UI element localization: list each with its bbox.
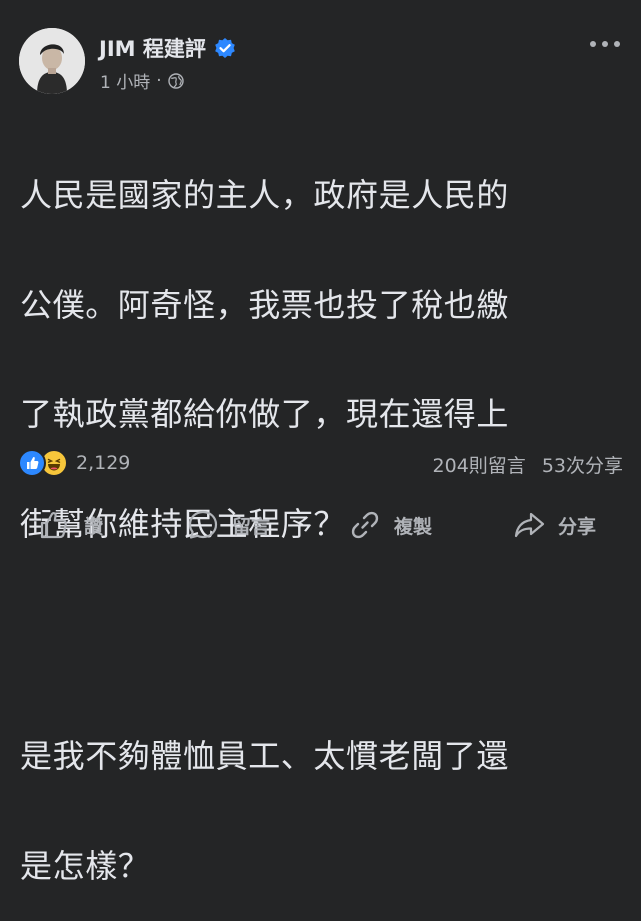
more-dot xyxy=(590,41,596,47)
avatar[interactable] xyxy=(19,28,85,94)
meta-separator: · xyxy=(156,70,162,91)
like-reaction-icon xyxy=(18,449,46,477)
more-dot xyxy=(614,41,620,47)
share-count[interactable]: 53次分享 xyxy=(542,451,623,478)
post-text-line: 了執政黨都給你做了，現在還得上 xyxy=(20,395,510,433)
action-bar: 讚 留言 複製 分享 xyxy=(0,505,641,545)
post-stats: 2,129 204則留言 53次分享 xyxy=(18,448,623,478)
reactions-summary[interactable]: 2,129 xyxy=(18,448,130,478)
comment-label: 留言 xyxy=(232,515,271,538)
post-text-line: 人民是國家的主人，政府是人民的 xyxy=(20,176,510,214)
share-label: 分享 xyxy=(558,515,597,538)
post-text-line: 是我不夠體恤員工、太慣老闆了還 xyxy=(20,737,510,775)
comment-bubble-icon xyxy=(188,510,218,539)
more-dot xyxy=(602,41,608,47)
comment-count[interactable]: 204則留言 xyxy=(433,451,526,478)
globe-icon[interactable] xyxy=(167,72,184,89)
copy-label: 複製 xyxy=(394,515,433,538)
post-text-line: 公僕。阿奇怪，我票也投了稅也繳 xyxy=(20,285,510,324)
verified-badge-icon xyxy=(215,38,235,58)
thumbs-up-icon xyxy=(40,512,68,539)
like-button[interactable]: 讚 xyxy=(38,505,103,545)
post-meta: 1 小時 · xyxy=(100,68,184,93)
post-header: JIM 程建評 1 小時 · xyxy=(0,0,641,100)
more-options-icon[interactable] xyxy=(590,34,620,54)
post-time[interactable]: 1 小時 xyxy=(100,68,150,93)
like-label: 讚 xyxy=(84,515,104,538)
author-name-row: JIM 程建評 xyxy=(99,33,236,63)
comment-button[interactable]: 留言 xyxy=(186,505,270,545)
author-name[interactable]: JIM 程建評 xyxy=(99,33,206,63)
engagement-counts: 204則留言 53次分享 xyxy=(433,451,623,478)
post-text-line: 是怎樣？ xyxy=(20,846,151,885)
copy-button[interactable]: 複製 xyxy=(348,505,432,545)
avatar-photo xyxy=(19,28,85,94)
share-arrow-icon xyxy=(514,512,545,538)
link-icon xyxy=(351,511,379,539)
reaction-count: 2,129 xyxy=(76,452,131,474)
share-button[interactable]: 分享 xyxy=(512,505,596,545)
